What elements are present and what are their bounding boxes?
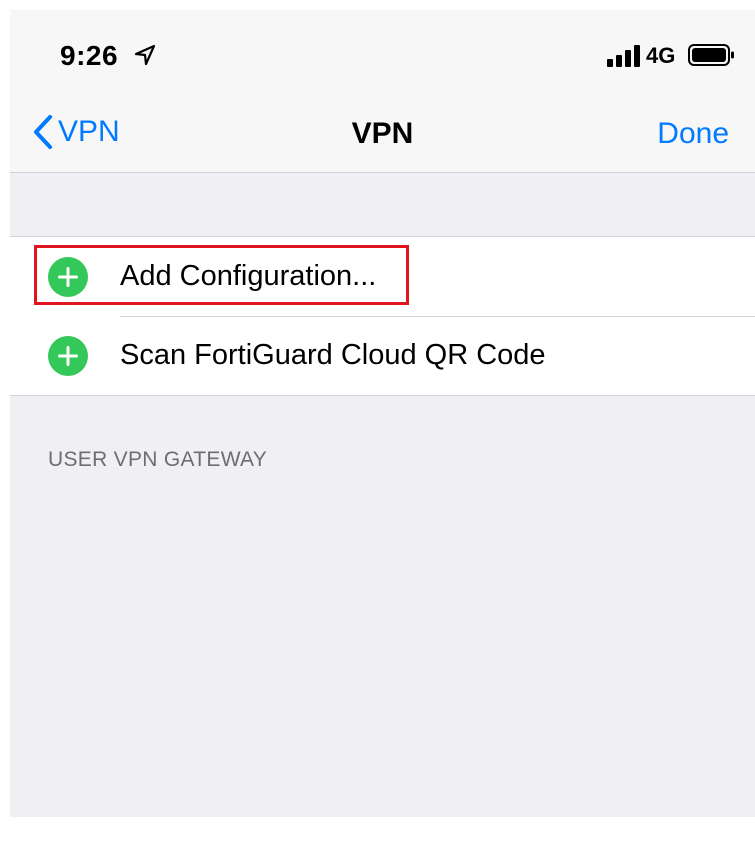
configuration-list: Add Configuration... Scan FortiGuard Clo… [10, 236, 755, 396]
add-circle-icon [48, 257, 88, 297]
section-header: USER VPN GATEWAY [48, 448, 268, 471]
navigation-bar: VPN VPN Done [10, 98, 755, 173]
scan-qr-code-label: Scan FortiGuard Cloud QR Code [120, 339, 546, 371]
add-configuration-label: Add Configuration... [120, 260, 377, 292]
add-circle-icon [48, 336, 88, 376]
scan-qr-code-row[interactable]: Scan FortiGuard Cloud QR Code [10, 316, 755, 395]
status-bar: 9:26 4G [10, 10, 755, 98]
status-time: 9:26 [60, 40, 119, 71]
done-button[interactable]: Done [657, 117, 729, 151]
phone-screen: 9:26 4G VPN VPN Done Add Configuration..… [10, 10, 755, 817]
location-arrow-icon [134, 44, 156, 66]
network-type-label: 4G [646, 43, 676, 68]
battery-icon [688, 44, 734, 66]
signal-bars-icon [607, 45, 640, 67]
page-title: VPN [351, 117, 414, 150]
add-configuration-row[interactable]: Add Configuration... [10, 237, 755, 316]
